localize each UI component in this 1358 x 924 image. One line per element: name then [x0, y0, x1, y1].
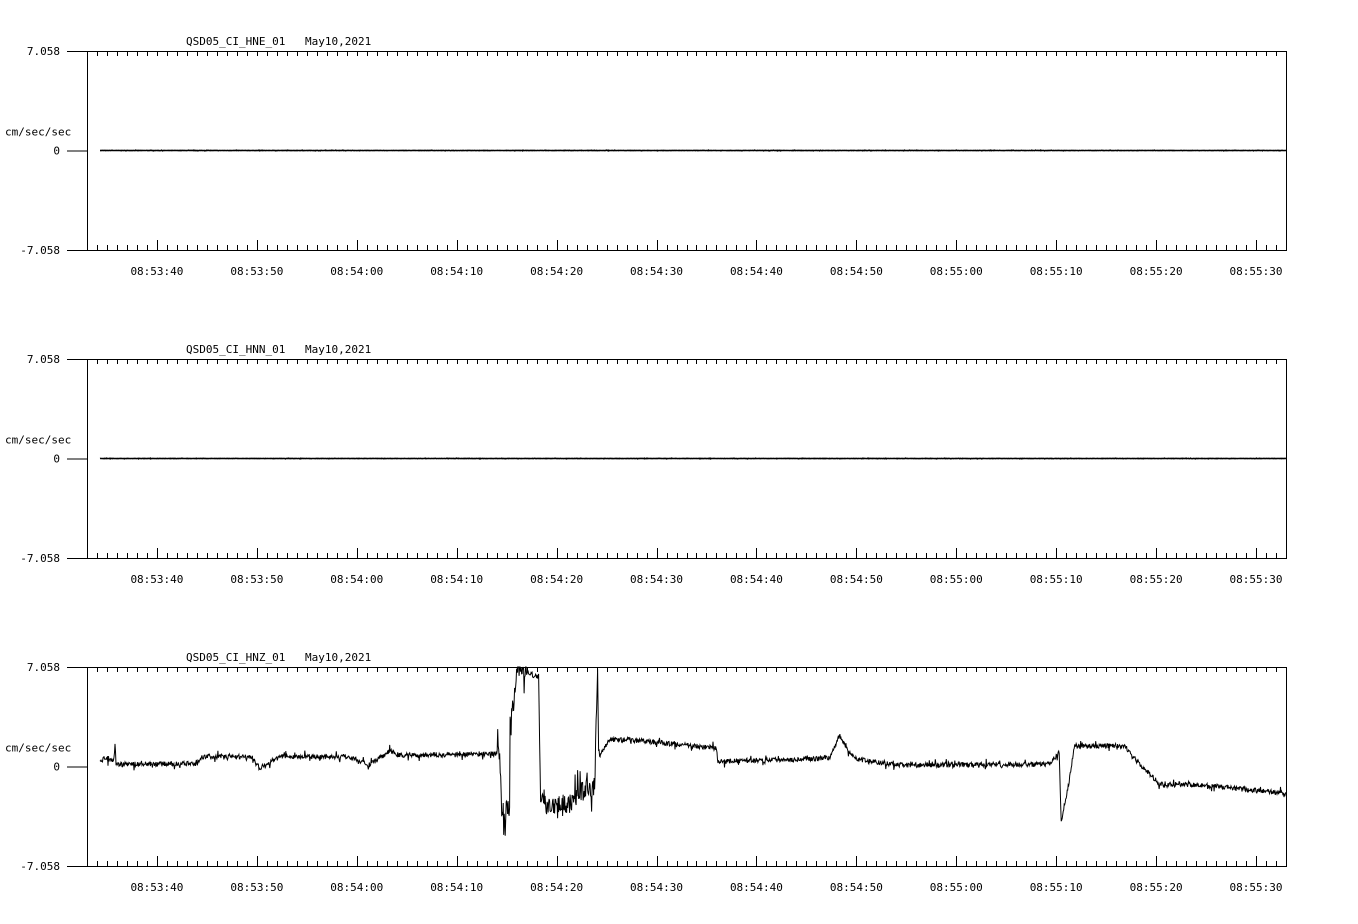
x-tick-label: 08:54:40	[730, 573, 783, 586]
x-tick-label: 08:54:50	[830, 881, 883, 894]
x-tick-label: 08:55:10	[1030, 265, 1083, 278]
x-tick-label: 08:55:30	[1230, 881, 1283, 894]
y-tick-label: 7.058	[27, 661, 60, 674]
x-tick-label: 08:54:00	[330, 573, 383, 586]
y-tick-label: -7.058	[20, 860, 60, 873]
x-tick-label: 08:54:10	[430, 881, 483, 894]
trace-hne	[100, 149, 1286, 152]
seismogram-chart: QSD05_CI_HNE_01 May10,2021 cm/sec/sec 7.058…	[5, 35, 1287, 894]
y-tick-label: 0	[53, 145, 60, 158]
y-tick-label: -7.058	[20, 244, 60, 257]
x-tick-label: 08:55:10	[1030, 881, 1083, 894]
x-tick-label: 08:54:00	[330, 881, 383, 894]
x-tick-label: 08:53:50	[230, 265, 283, 278]
x-tick-label: 08:55:00	[930, 881, 983, 894]
trace-hnn	[99, 457, 1287, 460]
y-tick-label: -7.058	[20, 552, 60, 565]
x-tick-label: 08:54:40	[730, 881, 783, 894]
y-axis-label: cm/sec/sec	[5, 434, 71, 447]
x-tick-label: 08:55:30	[1230, 573, 1283, 586]
panel-date: May10,2021	[305, 651, 371, 664]
panel-title: QSD05_CI_HNN_01	[186, 343, 285, 356]
panel-date: May10,2021	[305, 35, 371, 48]
x-tick-label: 08:54:10	[430, 573, 483, 586]
x-tick-label: 08:53:50	[230, 573, 283, 586]
x-tick-label: 08:54:30	[630, 881, 683, 894]
y-tick-label: 7.058	[27, 45, 60, 58]
x-tick-label: 08:53:40	[130, 573, 183, 586]
panel-title: QSD05_CI_HNE_01	[186, 35, 285, 48]
x-tick-label: 08:55:00	[930, 265, 983, 278]
panel-hnn: QSD05_CI_HNN_01 May10,2021 cm/sec/sec 7.058…	[5, 343, 1287, 586]
y-axis-label: cm/sec/sec	[5, 126, 71, 139]
plot-frame	[87, 667, 1287, 867]
x-tick-label: 08:54:40	[730, 265, 783, 278]
x-tick-label: 08:54:50	[830, 265, 883, 278]
y-tick-label: 0	[53, 453, 60, 466]
panel-hne: QSD05_CI_HNE_01 May10,2021 cm/sec/sec 7.058…	[5, 35, 1287, 278]
x-tick-label: 08:55:30	[1230, 265, 1283, 278]
y-axis-label: cm/sec/sec	[5, 742, 71, 755]
x-tick-label: 08:54:10	[430, 265, 483, 278]
trace-hnz	[99, 666, 1287, 836]
x-tick-label: 08:54:20	[530, 881, 583, 894]
x-tick-label: 08:55:20	[1130, 265, 1183, 278]
x-tick-label: 08:55:20	[1130, 881, 1183, 894]
panel-title: QSD05_CI_HNZ_01	[186, 651, 285, 664]
x-tick-label: 08:53:40	[130, 881, 183, 894]
x-tick-label: 08:54:50	[830, 573, 883, 586]
y-tick-label: 7.058	[27, 353, 60, 366]
x-tick-label: 08:55:20	[1130, 573, 1183, 586]
x-tick-label: 08:53:50	[230, 881, 283, 894]
x-tick-label: 08:55:00	[930, 573, 983, 586]
y-tick-label: 0	[53, 761, 60, 774]
x-tick-label: 08:54:00	[330, 265, 383, 278]
x-tick-label: 08:53:40	[130, 265, 183, 278]
x-tick-label: 08:54:20	[530, 573, 583, 586]
panel-hnz: QSD05_CI_HNZ_01 May10,2021 cm/sec/sec 7.058…	[5, 651, 1287, 894]
panel-date: May10,2021	[305, 343, 371, 356]
x-tick-label: 08:54:20	[530, 265, 583, 278]
x-tick-label: 08:54:30	[630, 573, 683, 586]
x-tick-label: 08:54:30	[630, 265, 683, 278]
x-tick-label: 08:55:10	[1030, 573, 1083, 586]
